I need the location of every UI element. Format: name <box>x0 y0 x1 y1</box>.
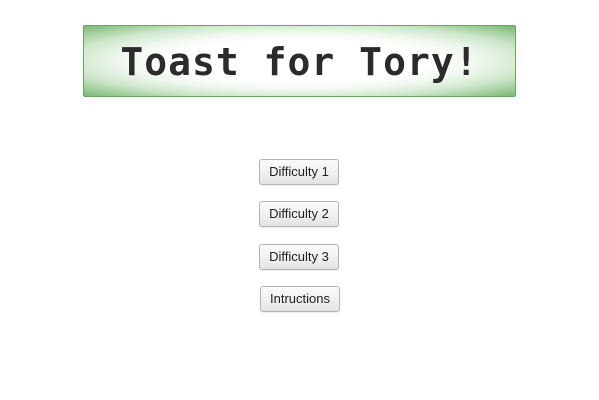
instructions-button[interactable]: Intructions <box>260 286 340 312</box>
main-menu: Difficulty 1 Difficulty 2 Difficulty 3 I… <box>0 0 599 400</box>
difficulty-3-button[interactable]: Difficulty 3 <box>259 244 339 270</box>
difficulty-1-button[interactable]: Difficulty 1 <box>259 159 339 185</box>
difficulty-2-button[interactable]: Difficulty 2 <box>259 201 339 227</box>
